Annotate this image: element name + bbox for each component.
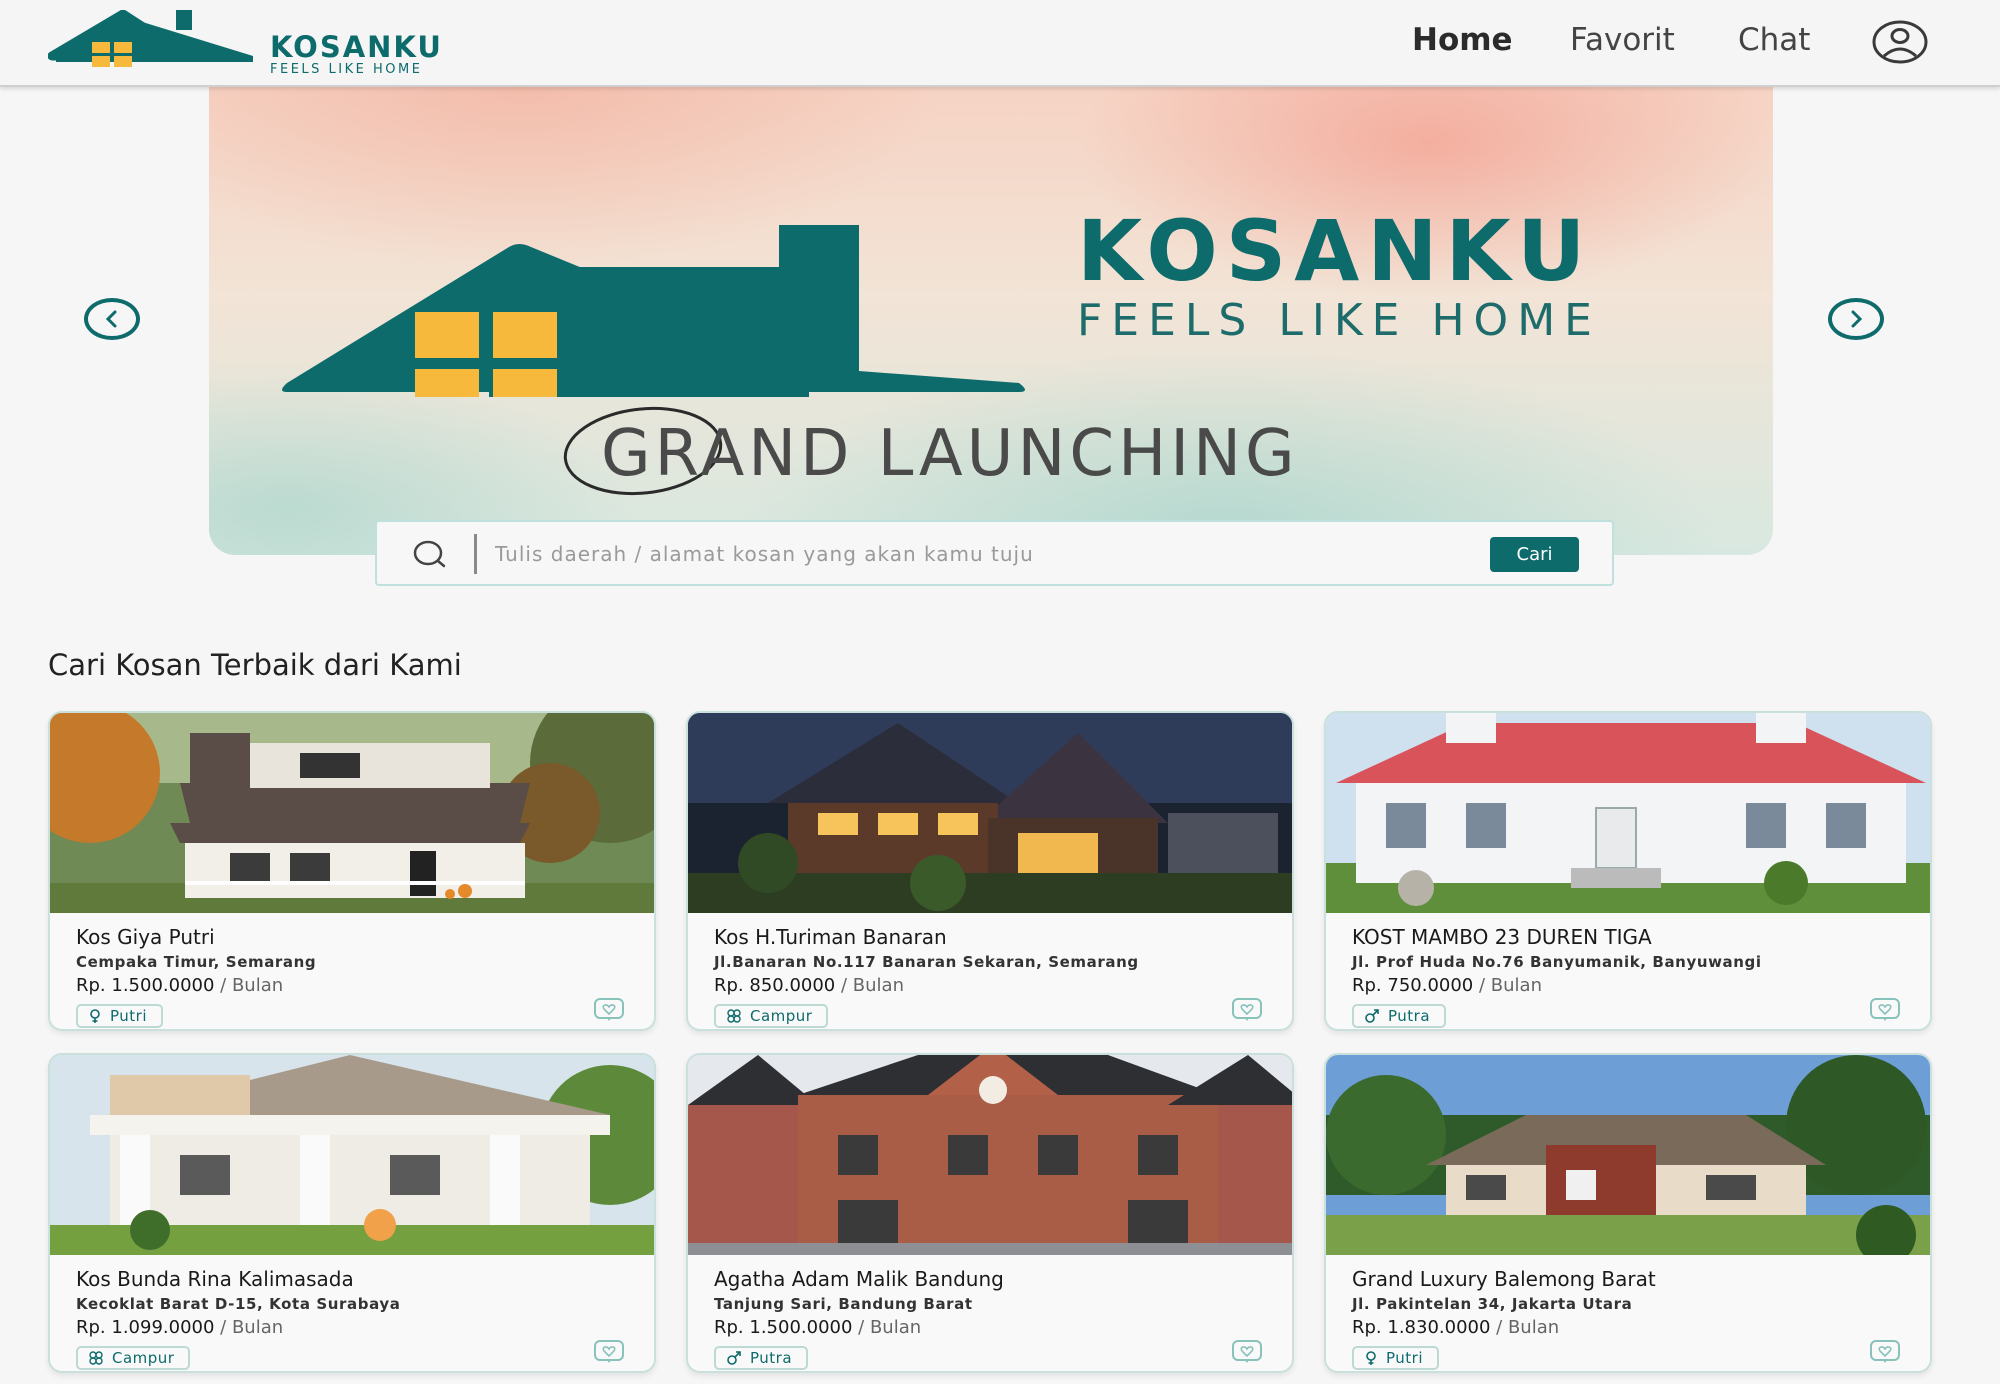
heart-icon <box>1870 1340 1900 1363</box>
brand-name: KOSANKU <box>270 30 443 64</box>
price-value: Rp. 850.0000 <box>714 975 836 996</box>
listing-name: Kos Bunda Rina Kalimasada <box>76 1267 354 1291</box>
nav-favorit[interactable]: Favorit <box>1570 22 1675 58</box>
female-icon <box>90 1009 100 1023</box>
gender-label: Putra <box>1388 1007 1431 1025</box>
listing-address: Jl. Prof Huda No.76 Banyumanik, Banyuwan… <box>1352 953 1762 971</box>
gender-badge: Campur <box>714 1004 829 1028</box>
profile-icon[interactable] <box>1872 20 1928 64</box>
price-suffix: / Bulan <box>858 1317 922 1338</box>
price-suffix: / Bulan <box>1479 975 1542 996</box>
heart-icon <box>1232 998 1262 1021</box>
listing-card[interactable]: Agatha Adam Malik Bandung Tanjung Sari, … <box>686 1053 1294 1373</box>
section-title: Cari Kosan Terbaik dari Kami <box>48 648 462 682</box>
price-suffix: / Bulan <box>220 975 284 996</box>
price-value: Rp. 1.830.0000 <box>1352 1317 1491 1338</box>
gender-badge: Putri <box>76 1004 164 1028</box>
listing-name: KOST MAMBO 23 DUREN TIGA <box>1352 925 1652 949</box>
listing-address: Tanjung Sari, Bandung Barat <box>714 1295 973 1313</box>
female-icon <box>1366 1351 1376 1365</box>
price-value: Rp. 1.500.0000 <box>76 975 215 996</box>
heart-icon <box>594 1340 624 1363</box>
listing-card[interactable]: Kos Bunda Rina Kalimasada Kecoklat Barat… <box>48 1053 656 1373</box>
listing-photo <box>688 713 1292 913</box>
listing-address: Jl. Pakintelan 34, Jakarta Utara <box>1352 1295 1633 1313</box>
mixed-gender-icon <box>89 1351 103 1365</box>
gender-label: Putri <box>1386 1349 1424 1367</box>
heart-icon <box>594 998 624 1021</box>
gender-label: Putri <box>110 1007 148 1025</box>
hero-banner: KOSANKU FEELS LIKE HOME GRAND LAUNCHING <box>209 87 1773 555</box>
nav-chat[interactable]: Chat <box>1738 22 1810 58</box>
listing-name: Agatha Adam Malik Bandung <box>714 1267 1004 1291</box>
favorite-button[interactable] <box>594 1340 624 1368</box>
listing-card[interactable]: Grand Luxury Balemong Barat Jl. Pakintel… <box>1324 1053 1932 1373</box>
listing-card[interactable]: KOST MAMBO 23 DUREN TIGA Jl. Prof Huda N… <box>1324 711 1932 1031</box>
hero-house-icon <box>282 225 1025 397</box>
chevron-right-icon <box>1851 310 1863 328</box>
gender-label: Campur <box>750 1007 813 1025</box>
listing-address: Jl.Banaran No.117 Banaran Sekaran, Semar… <box>714 953 1139 971</box>
price-value: Rp. 750.0000 <box>1352 975 1474 996</box>
listing-photo <box>50 713 654 913</box>
heart-icon <box>1232 1340 1262 1363</box>
listing-address: Cempaka Timur, Semarang <box>76 953 317 971</box>
favorite-button[interactable] <box>1870 1340 1900 1368</box>
carousel-prev-button[interactable] <box>84 298 140 340</box>
heart-icon <box>1870 998 1900 1021</box>
listing-price: Rp. 1.500.0000 / Bulan <box>714 1317 921 1338</box>
listing-price: Rp. 850.0000 / Bulan <box>714 975 904 996</box>
search-icon <box>413 540 446 568</box>
listing-photo <box>1326 1055 1930 1255</box>
grand-launching-text: GRAND LAUNCHING <box>601 417 1299 491</box>
listing-photo <box>688 1055 1292 1255</box>
listing-photo <box>1326 713 1930 913</box>
favorite-button[interactable] <box>1232 998 1262 1026</box>
listing-price: Rp. 1.830.0000 / Bulan <box>1352 1317 1559 1338</box>
favorite-button[interactable] <box>1870 998 1900 1026</box>
listing-name: Grand Luxury Balemong Barat <box>1352 1267 1656 1291</box>
house-logo-icon <box>48 10 253 67</box>
listing-card[interactable]: Kos H.Turiman Banaran Jl.Banaran No.117 … <box>686 711 1294 1031</box>
listing-card[interactable]: Kos Giya Putri Cempaka Timur, Semarang R… <box>48 711 656 1031</box>
favorite-button[interactable] <box>594 998 624 1026</box>
search-bar: Cari <box>375 520 1614 586</box>
listing-price: Rp. 1.099.0000 / Bulan <box>76 1317 283 1338</box>
brand-tagline: FEELS LIKE HOME <box>270 62 423 77</box>
price-suffix: / Bulan <box>220 1317 284 1338</box>
gender-badge: Putra <box>714 1346 809 1370</box>
gender-badge: Putra <box>1352 1004 1447 1028</box>
brand-logo[interactable]: KOSANKU FEELS LIKE HOME <box>48 10 468 77</box>
search-input[interactable] <box>495 536 1475 572</box>
gender-label: Putra <box>750 1349 793 1367</box>
mixed-gender-icon <box>727 1009 741 1023</box>
nav-home[interactable]: Home <box>1412 22 1513 58</box>
male-icon <box>1365 1009 1379 1023</box>
price-value: Rp. 1.500.0000 <box>714 1317 853 1338</box>
gender-badge: Putri <box>1352 1346 1440 1370</box>
gender-badge: Campur <box>76 1346 191 1370</box>
price-value: Rp. 1.099.0000 <box>76 1317 215 1338</box>
hero-subtitle: FEELS LIKE HOME <box>1077 295 1601 346</box>
listing-address: Kecoklat Barat D-15, Kota Surabaya <box>76 1295 401 1313</box>
listing-name: Kos H.Turiman Banaran <box>714 925 947 949</box>
listing-photo <box>50 1055 654 1255</box>
favorite-button[interactable] <box>1232 1340 1262 1368</box>
listing-price: Rp. 750.0000 / Bulan <box>1352 975 1542 996</box>
search-divider <box>474 534 477 574</box>
navbar: KOSANKU FEELS LIKE HOME Home Favorit Cha… <box>0 0 2000 87</box>
listing-name: Kos Giya Putri <box>76 925 215 949</box>
search-button[interactable]: Cari <box>1490 537 1579 572</box>
carousel-next-button[interactable] <box>1828 298 1884 340</box>
hero-title: KOSANKU <box>1077 202 1594 300</box>
listing-price: Rp. 1.500.0000 / Bulan <box>76 975 283 996</box>
gender-label: Campur <box>112 1349 175 1367</box>
price-suffix: / Bulan <box>1496 1317 1560 1338</box>
chevron-left-icon <box>105 310 117 328</box>
price-suffix: / Bulan <box>841 975 904 996</box>
male-icon <box>727 1351 741 1365</box>
